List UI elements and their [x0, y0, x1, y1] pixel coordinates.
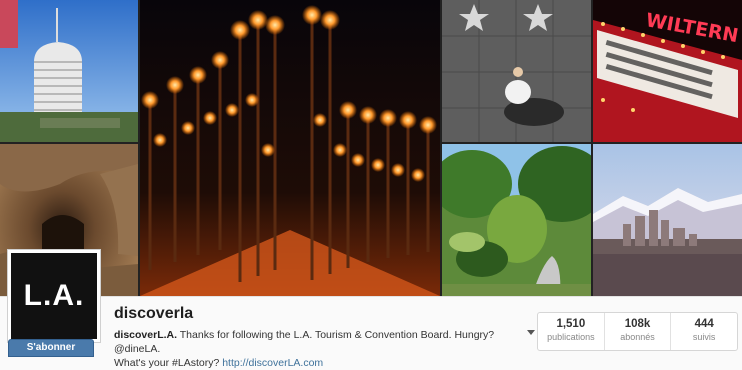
profile-username: discoverla [114, 305, 194, 322]
stat-followers-label: abonnés [620, 332, 655, 342]
photo-urban-light[interactable] [140, 0, 440, 296]
stat-posts[interactable]: 1,510 publications [538, 313, 605, 350]
photo-mosaic: WILTERN [0, 0, 742, 296]
bio-expand-caret-icon[interactable] [527, 330, 535, 335]
photo-japanese-garden[interactable] [442, 144, 591, 296]
stat-posts-count: 1,510 [556, 318, 586, 330]
photo-walk-of-fame[interactable] [442, 0, 591, 142]
avatar-logo-text: L.A. [23, 279, 85, 312]
stat-following-count: 444 [694, 318, 714, 330]
profile-bio: discoverL.A. Thanks for following the L.… [114, 328, 524, 370]
stat-followers[interactable]: 108k abonnés [605, 313, 672, 350]
photo-capitol-records[interactable] [0, 0, 138, 142]
bio-name: discoverL.A. [114, 329, 178, 341]
stat-followers-count: 108k [624, 318, 651, 330]
bio-text-line2: What's your #LAstory? [114, 357, 223, 369]
stat-following-label: suivis [692, 332, 716, 342]
stat-posts-label: publications [547, 332, 595, 342]
photo-wiltern-marquee[interactable]: WILTERN [593, 0, 742, 142]
photo-la-skyline[interactable] [593, 144, 742, 296]
profile-avatar[interactable]: L.A. [8, 250, 100, 342]
stat-following[interactable]: 444 suivis [671, 313, 737, 350]
bio-website-link[interactable]: http://discoverLA.com [222, 357, 323, 369]
follow-button[interactable]: S'abonner [8, 339, 94, 357]
profile-stats: 1,510 publications 108k abonnés 444 suiv… [537, 312, 738, 351]
